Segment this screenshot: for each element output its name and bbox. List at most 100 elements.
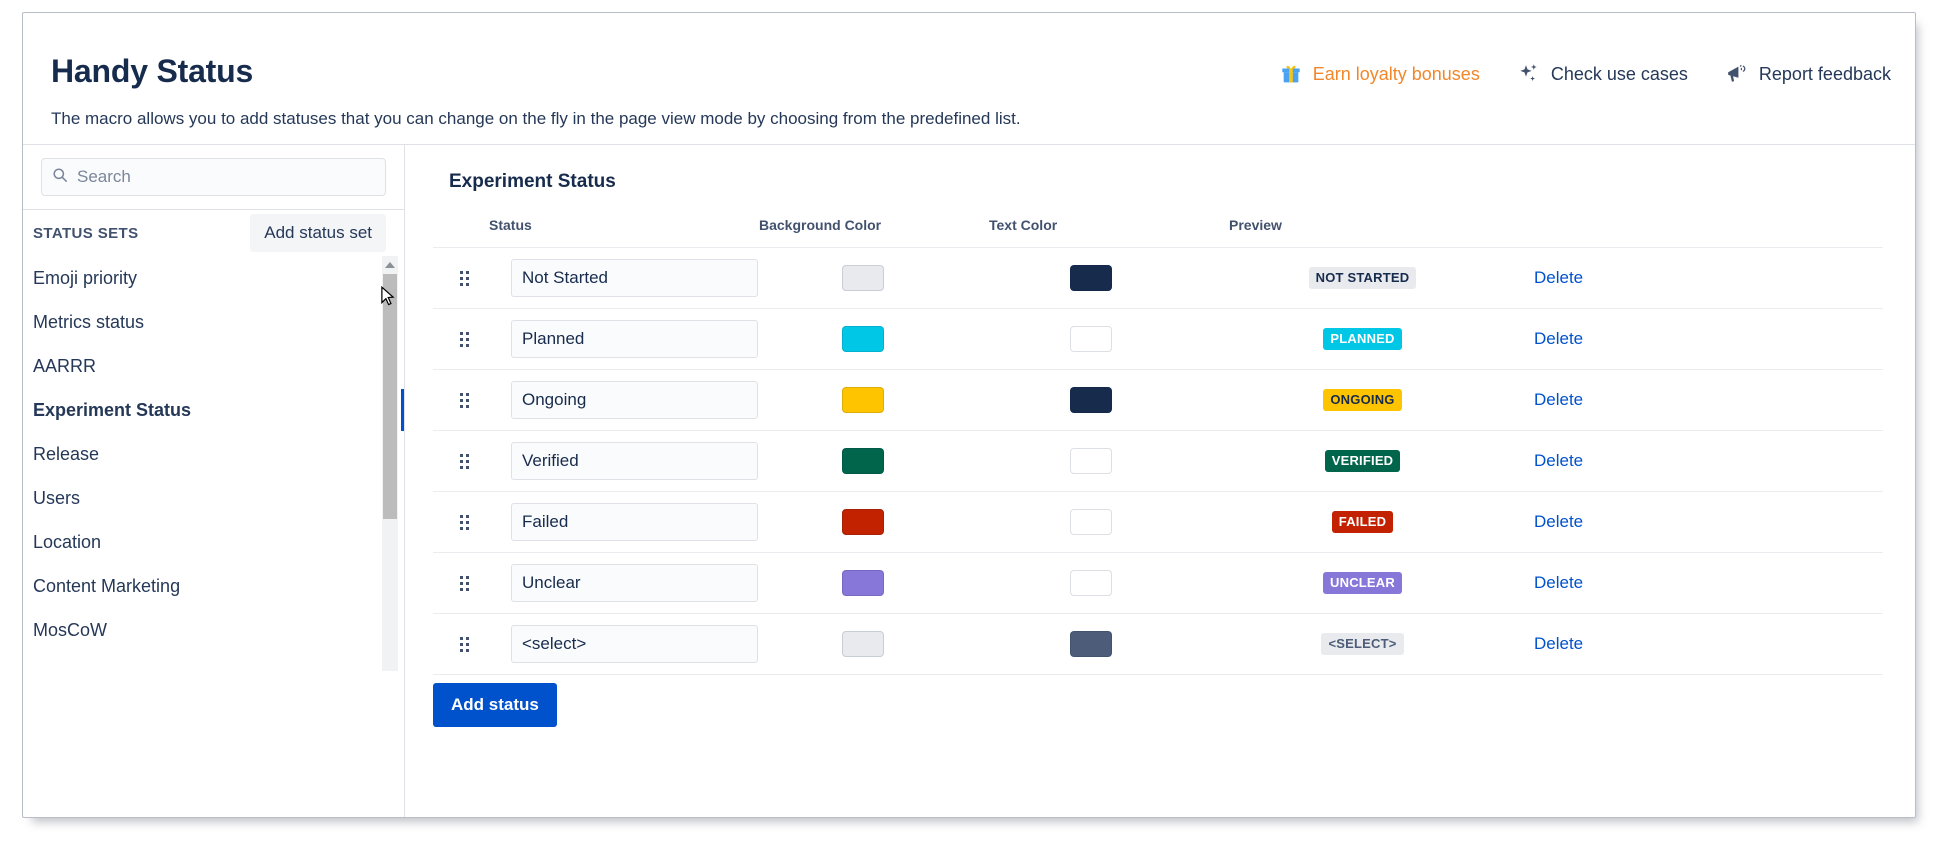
background-color-swatch[interactable] [842,509,884,535]
delete-status-link[interactable]: Delete [1534,512,1583,531]
text-color-swatch[interactable] [1070,448,1112,474]
background-color-swatch[interactable] [842,326,884,352]
status-name-input[interactable] [511,381,758,419]
delete-status-link[interactable]: Delete [1534,573,1583,592]
status-badge: NOT STARTED [1308,267,1417,289]
drag-handle-icon[interactable] [460,331,469,347]
status-badge: VERIFIED [1324,450,1401,472]
row-background-cell [759,491,989,553]
status-name-input[interactable] [511,259,758,297]
scrollbar-thumb[interactable] [383,274,397,519]
sidebar-item-label: Content Marketing [33,575,181,596]
sidebar-item-metrics-status[interactable]: Metrics status [23,300,404,344]
drag-handle-icon[interactable] [460,453,469,469]
sidebar-item-experiment-status[interactable]: Experiment Status [23,388,404,432]
drag-handle-icon[interactable] [460,636,469,652]
check-use-cases-link[interactable]: Check use cases [1516,61,1688,87]
column-header-status: Status [489,217,532,233]
delete-status-link[interactable]: Delete [1534,329,1583,348]
sidebar-item-emoji-priority[interactable]: Emoji priority [23,256,404,300]
drag-handle-icon[interactable] [460,392,469,408]
drag-handle-icon[interactable] [460,270,469,286]
row-handle-cell [433,247,489,309]
background-color-swatch[interactable] [842,448,884,474]
sidebar-item-aarrr[interactable]: AARRR [23,344,404,388]
row-preview-cell: <SELECT> [1229,613,1514,675]
report-feedback-label: Report feedback [1758,63,1891,84]
drag-handle-icon[interactable] [460,575,469,591]
status-name-input[interactable] [511,503,758,541]
status-sets-header: STATUS SETS Add status set [23,210,404,256]
table-header-row: Status Background Color Text Color Previ… [433,217,1883,248]
sidebar-item-label: Metrics status [33,311,145,332]
status-name-input[interactable] [511,320,758,358]
add-status-set-button[interactable]: Add status set [250,214,386,252]
delete-status-link[interactable]: Delete [1534,390,1583,409]
panel-subtitle: The macro allows you to add statuses tha… [51,109,1021,128]
table-row: UNCLEAR Delete [433,552,1883,614]
row-delete-cell: Delete [1514,430,1883,492]
text-color-swatch[interactable] [1070,387,1112,413]
column-header-background-color: Background Color [759,217,882,233]
table-row: NOT STARTED Delete [433,247,1883,309]
sidebar-item-location[interactable]: Location [23,520,404,564]
statuses-table-body: NOT STARTED Delete [433,247,1883,736]
search-icon [52,167,68,188]
report-feedback-link[interactable]: Report feedback [1724,61,1891,87]
row-preview-cell: UNCLEAR [1229,552,1514,614]
text-color-swatch[interactable] [1070,326,1112,352]
delete-status-link[interactable]: Delete [1534,451,1583,470]
row-status-cell [489,369,759,431]
background-color-swatch[interactable] [842,570,884,596]
earn-loyalty-bonuses-label: Earn loyalty bonuses [1312,63,1480,84]
scroll-up-arrow-icon[interactable] [382,256,398,273]
app-screen: Handy Status Earn loyalty bonuses Check … [0,0,1947,857]
delete-status-link[interactable]: Delete [1534,268,1583,287]
row-text-color-cell [989,613,1229,675]
column-header-preview: Preview [1229,217,1282,233]
text-color-swatch[interactable] [1070,570,1112,596]
status-badge: PLANNED [1323,328,1402,350]
sidebar-item-release[interactable]: Release [23,432,404,476]
row-status-cell [489,308,759,370]
text-color-swatch[interactable] [1070,265,1112,291]
table-row: ONGOING Delete [433,369,1883,431]
sidebar-item-moscow[interactable]: MosCoW [23,608,404,652]
sidebar-item-users[interactable]: Users [23,476,404,520]
row-preview-cell: VERIFIED [1229,430,1514,492]
add-status-button[interactable]: Add status [433,683,557,728]
text-color-swatch[interactable] [1070,509,1112,535]
drag-handle-icon[interactable] [460,514,469,530]
background-color-swatch[interactable] [842,631,884,657]
row-background-cell [759,369,989,431]
sidebar-item-content-marketing[interactable]: Content Marketing [23,564,404,608]
search-input[interactable]: Search [41,158,386,196]
sparkles-icon [1516,61,1542,87]
sidebar-item-label: AARRR [33,355,97,376]
row-text-color-cell [989,552,1229,614]
status-name-input[interactable] [511,564,758,602]
search-wrap: Search [41,158,386,196]
status-set-list: Emoji priority Metrics status AARRR Expe… [23,256,404,671]
background-color-swatch[interactable] [842,387,884,413]
table-row: VERIFIED Delete [433,430,1883,492]
main-content: Experiment Status Status Background Colo… [405,145,1915,817]
earn-loyalty-bonuses-link[interactable]: Earn loyalty bonuses [1278,61,1480,87]
background-color-swatch[interactable] [842,265,884,291]
status-sets-label: STATUS SETS [33,224,139,242]
sidebar-item-label: Emoji priority [33,267,138,288]
delete-status-link[interactable]: Delete [1534,634,1583,653]
status-name-input[interactable] [511,625,758,663]
sidebar-scrollbar[interactable] [381,256,398,671]
table-row: FAILED Delete [433,491,1883,553]
row-delete-cell: Delete [1514,369,1883,431]
row-status-cell [489,491,759,553]
row-status-cell [489,552,759,614]
row-delete-cell: Delete [1514,491,1883,553]
sidebar: Search STATUS SETS Add status set Emoji … [23,145,405,817]
header-links: Earn loyalty bonuses Check use cases Rep… [1278,61,1891,87]
text-color-swatch[interactable] [1070,631,1112,657]
status-name-input[interactable] [511,442,758,480]
column-header-text-color: Text Color [989,217,1058,233]
status-badge: FAILED [1331,511,1394,533]
